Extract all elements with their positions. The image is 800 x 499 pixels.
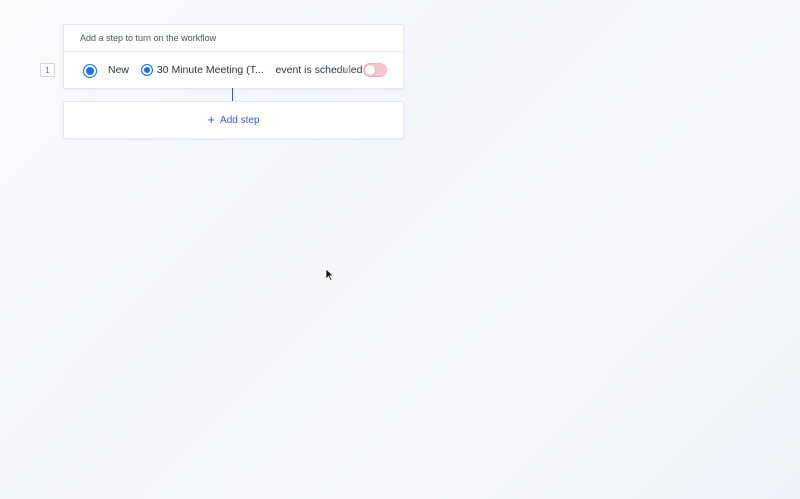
add-step-label: Add step bbox=[220, 114, 260, 126]
mouse-cursor-icon bbox=[325, 268, 335, 282]
trigger-description[interactable]: New 30 Minute Meeting (T... event is sch… bbox=[108, 64, 363, 77]
add-step-button[interactable]: + Add step bbox=[207, 112, 260, 127]
toggle-knob bbox=[365, 65, 375, 75]
workflow-trigger-card: Add a step to turn on the workflow New 3… bbox=[63, 24, 404, 89]
step-number-badge: 1 bbox=[40, 63, 55, 77]
calendly-icon bbox=[83, 64, 97, 78]
event-type-icon bbox=[140, 64, 153, 77]
add-step-card[interactable]: + Add step bbox=[63, 101, 404, 139]
card-header: Add a step to turn on the workflow bbox=[64, 25, 403, 52]
workflow-hint-text: Add a step to turn on the workflow bbox=[80, 33, 217, 43]
toggle-state-label: Off bbox=[340, 66, 351, 75]
trigger-step-row[interactable]: New 30 Minute Meeting (T... event is sch… bbox=[64, 52, 403, 89]
workflow-canvas: 1 Add a step to turn on the workflow New… bbox=[0, 0, 800, 499]
step-connector-line bbox=[232, 88, 233, 101]
trigger-prefix: New bbox=[108, 64, 130, 76]
workflow-toggle[interactable] bbox=[363, 63, 387, 77]
plus-icon: + bbox=[207, 112, 216, 127]
meeting-name[interactable]: 30 Minute Meeting (T... bbox=[157, 64, 264, 76]
